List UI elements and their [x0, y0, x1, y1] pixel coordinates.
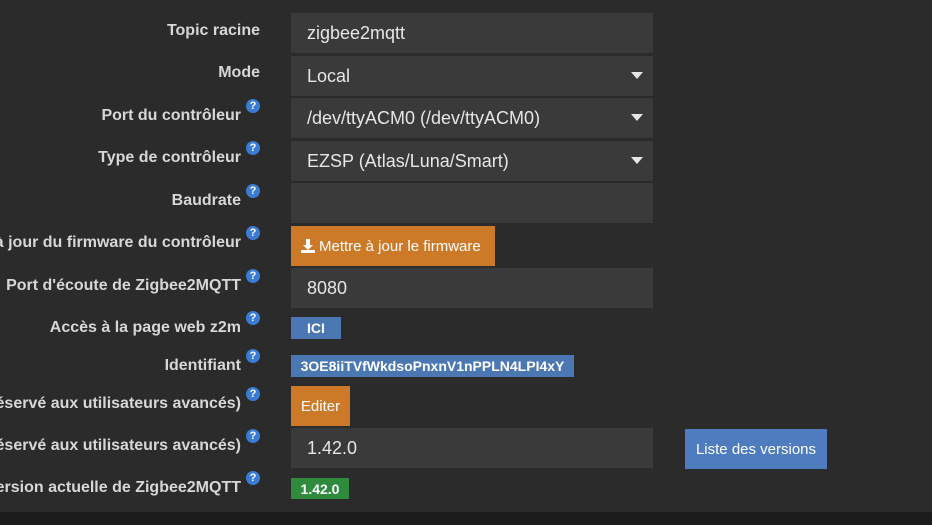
question-circle-icon[interactable]: ? [246, 429, 260, 443]
listen-port-input[interactable]: 8080 [291, 268, 653, 308]
caret-down-icon [631, 72, 643, 79]
baudrate-input[interactable] [291, 183, 653, 223]
topic-label: Topic racine [166, 22, 260, 39]
webpage-link-badge[interactable]: ICI [291, 317, 341, 339]
webpage-label: Accès à la page web z2m ? [50, 311, 260, 337]
version-list-button[interactable]: Liste des versions [685, 429, 827, 469]
controller-type-label: Type de contrôleur ? [98, 141, 260, 167]
firmware-label: e à jour du firmware du contrôleur ? [0, 226, 260, 252]
bottom-strip [0, 512, 932, 525]
question-circle-icon[interactable]: ? [246, 349, 260, 363]
current-version-badge: 1.42.0 [291, 478, 349, 499]
caret-down-icon [631, 114, 643, 121]
listen-port-label: Port d'écoute de Zigbee2MQTT ? [6, 269, 260, 295]
question-circle-icon[interactable]: ? [246, 387, 260, 401]
question-circle-icon[interactable]: ? [246, 269, 260, 283]
controller-port-select[interactable]: /dev/ttyACM0 (/dev/ttyACM0) [291, 98, 653, 138]
identifier-badge: 3OE8iiTVfWkdsoPnxnV1nPPLN4LPI4xY [291, 355, 574, 377]
controller-port-label: Port du contrôleur ? [101, 99, 260, 125]
question-circle-icon[interactable]: ? [246, 471, 260, 485]
advanced-version-label: (réservé aux utilisateurs avancés) ? [0, 429, 260, 455]
topic-input[interactable]: zigbee2mqtt [291, 13, 653, 53]
controller-type-select[interactable]: EZSP (Atlas/Luna/Smart) [291, 141, 653, 181]
question-circle-icon[interactable]: ? [246, 226, 260, 240]
question-circle-icon[interactable]: ? [246, 141, 260, 155]
settings-panel: Topic racine zigbee2mqtt Mode Local Port… [0, 0, 932, 512]
identifier-label: Identifiant ? [165, 349, 260, 375]
question-circle-icon[interactable]: ? [246, 99, 260, 113]
version-input[interactable]: 1.42.0 [291, 428, 653, 468]
mode-label: Mode [218, 64, 260, 81]
update-firmware-button[interactable]: Mettre à jour le firmware [291, 226, 495, 266]
mode-select[interactable]: Local [291, 56, 653, 96]
edit-button[interactable]: Editer [291, 386, 350, 426]
advanced-edit-label: (réservé aux utilisateurs avancés) ? [0, 387, 260, 413]
question-circle-icon[interactable]: ? [246, 311, 260, 325]
question-circle-icon[interactable]: ? [246, 184, 260, 198]
caret-down-icon [631, 157, 643, 164]
current-version-label: Version actuelle de Zigbee2MQTT ? [0, 471, 260, 497]
baudrate-label: Baudrate ? [172, 184, 260, 210]
download-icon [301, 239, 315, 253]
